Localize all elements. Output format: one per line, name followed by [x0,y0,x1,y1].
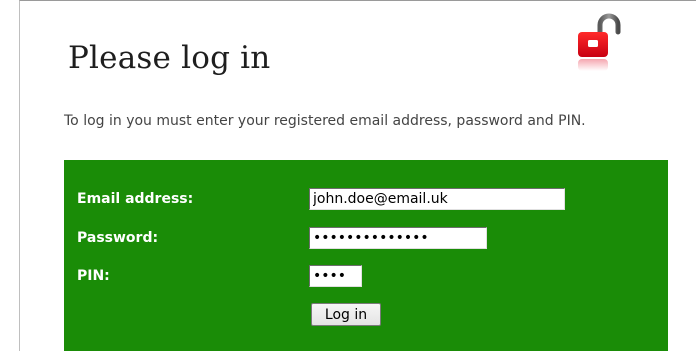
email-label: Email address: [77,191,194,207]
pin-field[interactable] [309,265,362,287]
login-button[interactable]: Log in [311,303,381,326]
page-title: Please log in [68,40,271,76]
login-instructions: To log in you must enter your registered… [64,113,586,129]
password-field[interactable] [309,227,487,249]
pin-label: PIN: [77,268,110,284]
password-label: Password: [77,230,159,246]
padlock-open-icon [578,13,621,71]
email-field[interactable] [309,188,565,210]
